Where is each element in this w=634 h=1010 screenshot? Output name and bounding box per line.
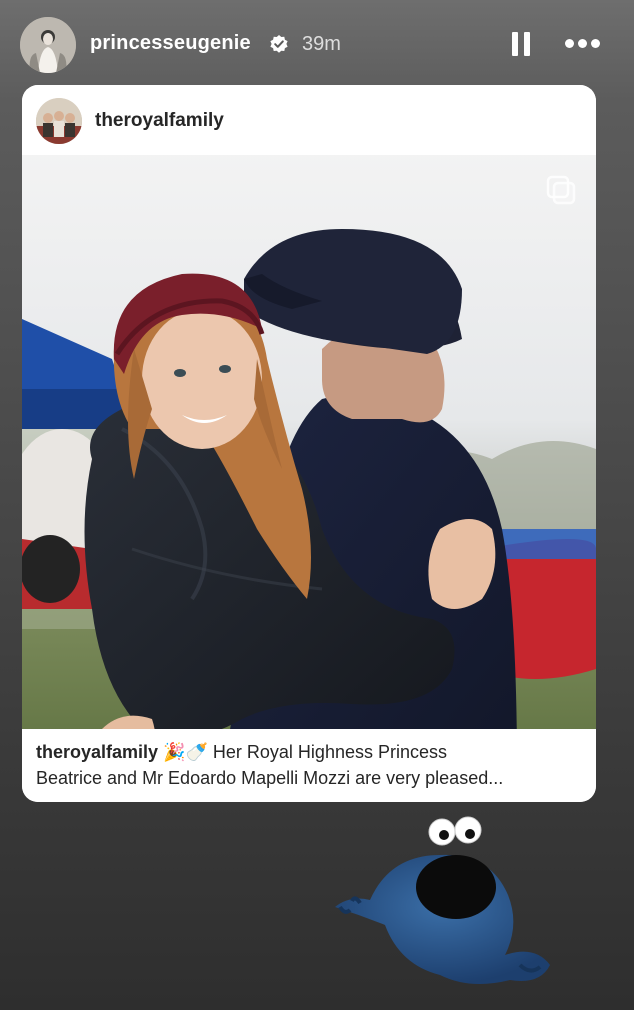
post-photo — [22, 129, 596, 773]
post-username[interactable]: theroyalfamily — [95, 110, 224, 132]
caption-text-1: Her Royal Highness Princess — [212, 742, 447, 762]
post-caption: theroyalfamily 🎉🍼 Her Royal Highness Pri… — [22, 729, 596, 802]
carousel-icon — [546, 175, 576, 205]
post-avatar[interactable] — [36, 98, 82, 144]
caption-username[interactable]: theroyalfamily — [36, 742, 158, 762]
story-header: princesseugenie 39m — [0, 0, 634, 90]
story-username[interactable]: princesseugenie — [90, 32, 251, 55]
caption-line-2: Beatrice and Mr Edoardo Mapelli Mozzi ar… — [36, 768, 504, 788]
cookie-monster-sticker[interactable] — [330, 815, 555, 995]
pause-icon[interactable] — [508, 30, 534, 58]
verified-badge-icon — [270, 35, 288, 53]
caption-line-1: theroyalfamily 🎉🍼 Her Royal Highness Pri… — [36, 742, 447, 763]
post-header: theroyalfamily — [22, 85, 596, 155]
more-options-icon[interactable] — [562, 34, 604, 54]
avatar[interactable] — [20, 17, 76, 73]
caption-emojis: 🎉🍼 — [163, 742, 208, 762]
shared-post-card[interactable]: theroyalfamily theroyalfamily 🎉🍼 Her Roy… — [22, 85, 596, 802]
story-timestamp: 39m — [302, 33, 341, 55]
